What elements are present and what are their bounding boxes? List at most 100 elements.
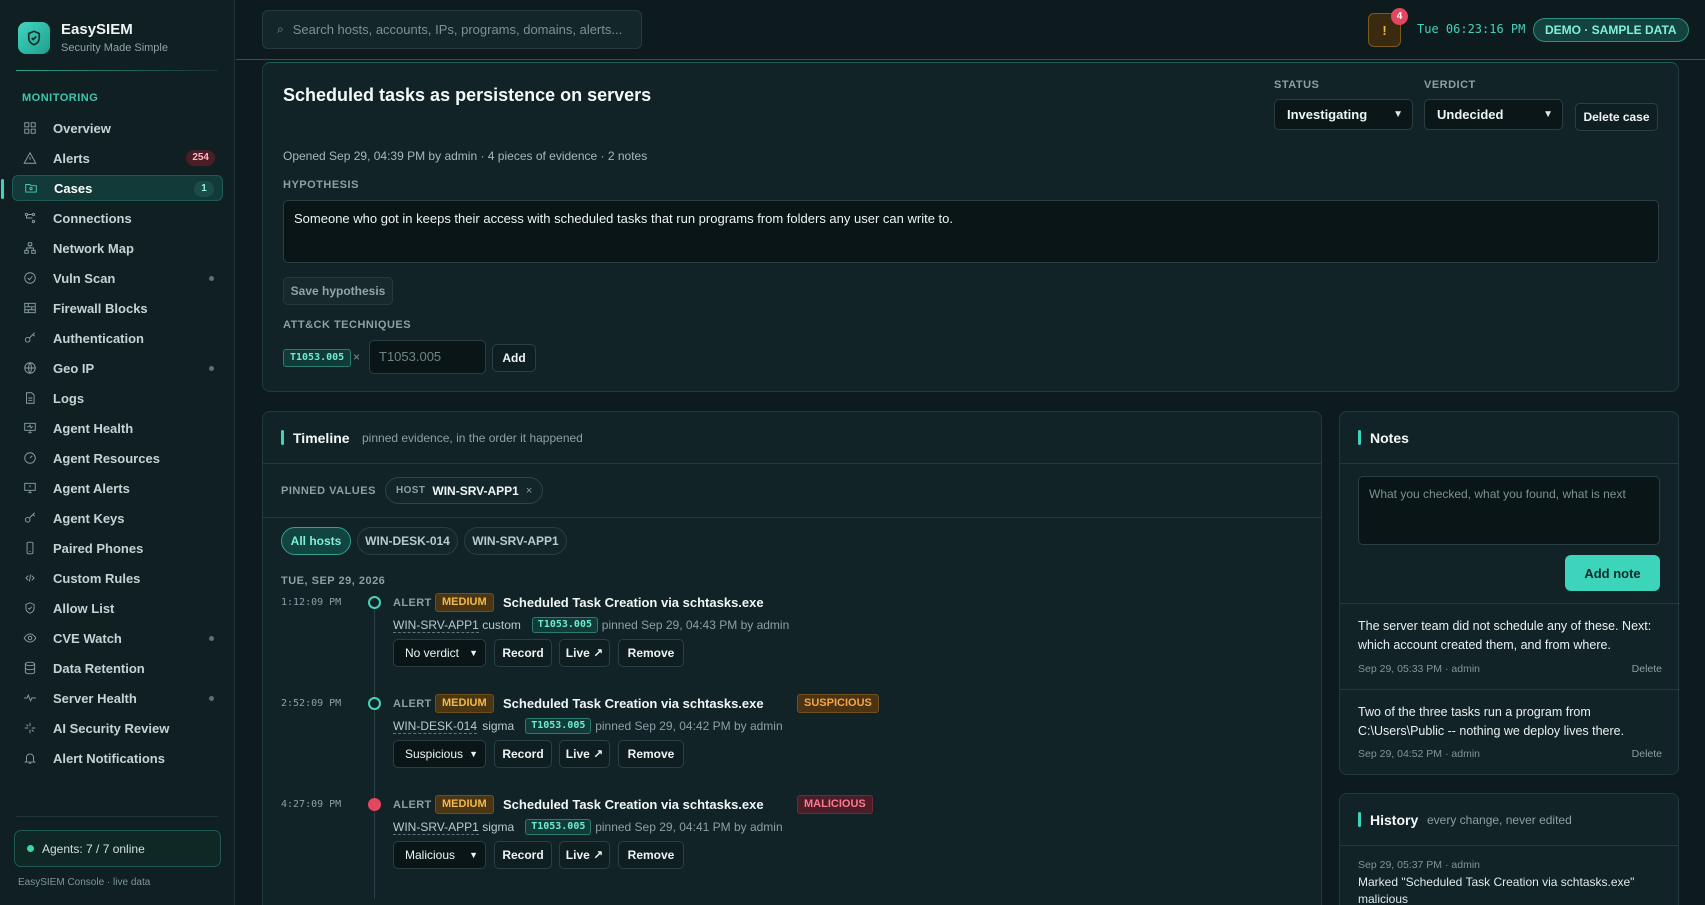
record-button[interactable]: Record [494,841,552,869]
record-button[interactable]: Record [494,639,552,667]
document-icon [22,390,38,406]
live-button[interactable]: Live ↗ [559,639,610,667]
code-icon [22,570,38,586]
remove-button[interactable]: Remove [618,740,684,768]
sidebar-item-label: Paired Phones [53,540,144,556]
sidebar-item-alert-notifications[interactable]: Alert Notifications [12,745,223,771]
event-title[interactable]: Scheduled Task Creation via schtasks.exe [503,595,764,610]
sidebar-item-firewall-blocks[interactable]: Firewall Blocks [12,295,223,321]
delete-case-button[interactable]: Delete case [1575,103,1658,131]
sidebar-item-network-map[interactable]: Network Map [12,235,223,261]
sidebar-item-agent-keys[interactable]: Agent Keys [12,505,223,531]
agents-status[interactable]: Agents: 7 / 7 online [14,830,221,867]
timeline-title: Timeline [293,430,350,446]
sidebar-item-custom-rules[interactable]: Custom Rules [12,565,223,591]
note-meta: Sep 29, 05:33 PM · admin [1358,663,1480,675]
pinned-values-label: PINNED VALUES [281,485,376,497]
event-verdict-select[interactable]: Malicious ▼ [393,841,486,869]
note-text: Two of the three tasks run a program fro… [1358,705,1625,738]
sidebar-item-label: Agent Health [53,420,134,436]
timeline-event: 4:27:09 PM ALERT MEDIUM Scheduled Task Crea… [263,794,1323,886]
sidebar-item-agent-resources[interactable]: Agent Resources [12,445,223,471]
notes-header: Notes [1340,412,1678,464]
event-time: 2:52:09 PM [281,698,342,709]
technique-chip: T1053.005 [525,718,592,734]
sidebar-divider [16,816,218,817]
accent-bar [1358,430,1361,445]
sidebar-item-label: Data Retention [53,660,145,676]
pinned-by: pinned Sep 29, 04:43 PM by admin [601,618,790,632]
sidebar-item-logs[interactable]: Logs [12,385,223,411]
event-host-link[interactable]: WIN-SRV-APP1 [393,618,479,633]
event-verdict-value: Malicious [405,848,456,862]
remove-technique-icon[interactable]: × [353,350,360,364]
event-verdict-select[interactable]: No verdict ▼ [393,639,486,667]
event-kind: ALERT [393,799,432,811]
remove-button[interactable]: Remove [618,639,684,667]
pinned-host-chip[interactable]: HOST WIN-SRV-APP1 × [385,477,544,504]
event-verdict-value: No verdict [405,646,460,660]
note-textarea[interactable]: What you checked, what you found, what i… [1358,476,1660,545]
event-host-link[interactable]: WIN-SRV-APP1 [393,820,479,835]
sidebar-item-agent-health[interactable]: Agent Health [12,415,223,441]
status-select[interactable]: Investigating ▼ [1274,99,1413,130]
add-technique-button[interactable]: Add [492,344,536,372]
globe-icon [22,360,38,376]
filter-all-hosts[interactable]: All hosts [281,527,351,555]
day-label: TUE, SEP 29, 2026 [281,575,386,587]
sidebar-item-authentication[interactable]: Authentication [12,325,223,351]
sidebar-item-agent-alerts[interactable]: Agent Alerts [12,475,223,501]
sidebar-item-vuln-scan[interactable]: Vuln Scan [12,265,223,291]
sidebar-item-cases[interactable]: Cases 1 [1,175,223,201]
techniques-label: ATT&CK TECHNIQUES [283,319,412,331]
verdict-label: VERDICT [1424,79,1476,91]
pinned-by: pinned Sep 29, 04:41 PM by admin [595,820,783,834]
live-button[interactable]: Live ↗ [559,841,610,869]
pulse-icon [22,690,38,706]
status-dot-icon [209,276,214,281]
event-verdict-select[interactable]: Suspicious ▼ [393,740,486,768]
remove-pin-icon[interactable]: × [526,485,532,497]
live-button[interactable]: Live ↗ [559,740,610,768]
case-title: Scheduled tasks as persistence on server… [283,85,652,105]
verdict-select[interactable]: Undecided ▼ [1424,99,1563,130]
delete-note-button[interactable]: Delete [1632,663,1662,675]
sidebar-item-paired-phones[interactable]: Paired Phones [12,535,223,561]
event-title[interactable]: Scheduled Task Creation via schtasks.exe [503,696,764,711]
event-title[interactable]: Scheduled Task Creation via schtasks.exe [503,797,764,812]
event-host-link[interactable]: WIN-DESK-014 [393,719,478,734]
sidebar-item-geo-ip[interactable]: Geo IP [12,355,223,381]
sidebar-item-data-retention[interactable]: Data Retention [12,655,223,681]
search-input[interactable] [292,22,633,37]
gauge-icon [22,450,38,466]
sidebar-item-connections[interactable]: Connections [12,205,223,231]
remove-button[interactable]: Remove [618,841,684,869]
sidebar: EasySIEM Security Made Simple MONITORING… [0,0,235,905]
sidebar-item-overview[interactable]: Overview [12,115,223,141]
filter-win-srv-app1[interactable]: WIN-SRV-APP1 [464,527,567,555]
note-item: Two of the three tasks run a program fro… [1340,689,1680,775]
timeline-dot-icon [368,798,381,811]
save-hypothesis-button[interactable]: Save hypothesis [283,277,393,305]
verdict-badge: MALICIOUS [797,795,873,814]
timeline-header: Timeline pinned evidence, in the order i… [263,412,1321,464]
sidebar-item-alerts[interactable]: Alerts 254 [12,145,223,171]
connections-icon [22,210,38,226]
sidebar-item-cve-watch[interactable]: CVE Watch [12,625,223,651]
technique-chip: T1053.005 [531,617,598,633]
technique-input[interactable]: T1053.005 [369,340,486,374]
search-box[interactable]: ⌕ [262,10,642,49]
chevron-down-icon: ▼ [1543,109,1553,120]
sidebar-item-server-health[interactable]: Server Health [12,685,223,711]
filter-win-desk-014[interactable]: WIN-DESK-014 [357,527,458,555]
hypothesis-textarea[interactable]: Someone who got in keeps their access wi… [283,200,1659,263]
notifications-button[interactable]: ! 4 [1368,8,1408,47]
sidebar-item-ai-security-review[interactable]: AI Security Review [12,715,223,741]
sidebar-item-allow-list[interactable]: Allow List [12,595,223,621]
brand[interactable]: EasySIEM Security Made Simple [18,20,218,60]
record-button[interactable]: Record [494,740,552,768]
delete-note-button[interactable]: Delete [1632,748,1662,760]
demo-badge[interactable]: DEMO · SAMPLE DATA [1533,18,1689,42]
sidebar-nav: Overview Alerts 254 Cases 1 Connections Networ… [1,115,223,775]
add-note-button[interactable]: Add note [1565,555,1660,591]
